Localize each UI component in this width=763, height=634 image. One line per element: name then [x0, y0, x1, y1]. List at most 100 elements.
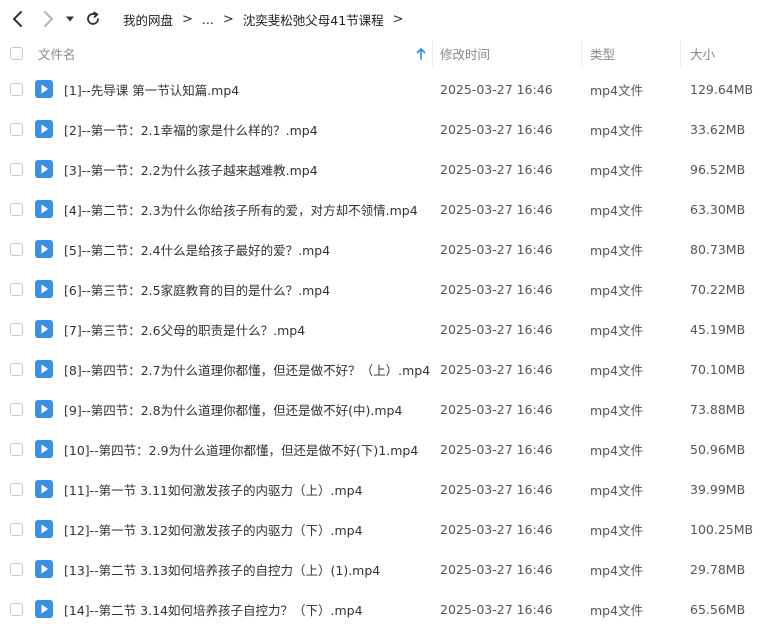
row-checkbox[interactable] [10, 123, 23, 136]
history-dropdown-button[interactable] [62, 8, 78, 30]
file-size: 33.62MB [690, 121, 746, 137]
forward-button[interactable] [37, 8, 59, 30]
column-divider[interactable] [680, 40, 681, 67]
file-modified: 2025-03-27 16:46 [440, 201, 553, 217]
file-size: 96.52MB [690, 161, 746, 177]
breadcrumb-separator: > [222, 11, 234, 27]
file-name[interactable]: [11]--第一节 3.11如何激发孩子的内驱力（上）.mp4 [64, 469, 363, 509]
file-type: mp4文件 [590, 242, 644, 258]
column-header-size-label: 大小 [690, 47, 716, 62]
breadcrumb-item-root[interactable]: 我的网盘 [123, 10, 173, 29]
file-row[interactable]: [9]--第四节：2.8为什么道理你都懂，但还是做不好(中).mp4 2025-… [0, 389, 763, 429]
file-type: mp4文件 [590, 562, 644, 578]
file-row[interactable]: [5]--第二节：2.4什么是给孩子最好的爱？.mp4 2025-03-27 1… [0, 229, 763, 269]
row-checkbox[interactable] [10, 363, 23, 376]
file-row[interactable]: [12]--第一节 3.12如何激发孩子的内驱力（下）.mp4 2025-03-… [0, 509, 763, 549]
file-modified: 2025-03-27 16:46 [440, 441, 553, 457]
file-modified: 2025-03-27 16:46 [440, 121, 553, 137]
video-file-icon [35, 80, 53, 98]
file-size: 80.73MB [690, 241, 746, 257]
file-row[interactable]: [2]--第一节：2.1幸福的家是什么样的？.mp4 2025-03-27 16… [0, 109, 763, 149]
column-header-modified[interactable]: 修改时间 [440, 38, 490, 69]
row-checkbox[interactable] [10, 83, 23, 96]
video-file-icon [35, 480, 53, 498]
file-type: mp4文件 [590, 442, 644, 458]
breadcrumb-item-ellipsis[interactable]: ... [202, 12, 214, 27]
select-all-checkbox[interactable] [10, 47, 23, 60]
file-name[interactable]: [3]--第一节：2.2为什么孩子越来越难教.mp4 [64, 149, 318, 189]
file-name[interactable]: [6]--第三节：2.5家庭教育的目的是什么？.mp4 [64, 269, 330, 309]
video-file-icon [35, 320, 53, 338]
file-name[interactable]: [8]--第四节：2.7为什么道理你都懂，但还是做不好？（上）.mp4 [64, 349, 430, 389]
file-name[interactable]: [2]--第一节：2.1幸福的家是什么样的？.mp4 [64, 109, 318, 149]
video-file-icon [35, 560, 53, 578]
row-checkbox[interactable] [10, 243, 23, 256]
breadcrumb: 我的网盘 > ... > 沈奕斐松弛父母41节课程 > [123, 0, 413, 38]
file-name[interactable]: [13]--第二节 3.13如何培养孩子的自控力（上）(1).mp4 [64, 549, 380, 589]
file-type: mp4文件 [590, 162, 644, 178]
file-name[interactable]: [14]--第二节 3.14如何培养孩子自控力？（下）.mp4 [64, 589, 363, 629]
refresh-button[interactable] [82, 8, 104, 30]
row-checkbox[interactable] [10, 403, 23, 416]
column-divider[interactable] [581, 40, 582, 67]
file-name[interactable]: [1]--先导课 第一节认知篇.mp4 [64, 69, 239, 109]
video-file-icon [35, 120, 53, 138]
file-row[interactable]: [8]--第四节：2.7为什么道理你都懂，但还是做不好？（上）.mp4 2025… [0, 349, 763, 389]
file-row[interactable]: [13]--第二节 3.13如何培养孩子的自控力（上）(1).mp4 2025-… [0, 549, 763, 589]
file-name[interactable]: [12]--第一节 3.12如何激发孩子的内驱力（下）.mp4 [64, 509, 363, 549]
file-type: mp4文件 [590, 362, 644, 378]
column-divider[interactable] [432, 40, 433, 67]
file-row[interactable]: [6]--第三节：2.5家庭教育的目的是什么？.mp4 2025-03-27 1… [0, 269, 763, 309]
breadcrumb-separator: > [182, 11, 193, 27]
video-file-icon [35, 200, 53, 218]
file-name[interactable]: [7]--第三节：2.6父母的职责是什么？.mp4 [64, 309, 305, 349]
refresh-icon [87, 11, 99, 25]
file-name[interactable]: [10]--第四节：2.9为什么道理你都懂，但还是做不好(下)1.mp4 [64, 429, 418, 469]
file-row[interactable]: [4]--第二节：2.3为什么你给孩子所有的爱，对方却不领情.mp4 2025-… [0, 189, 763, 229]
row-checkbox[interactable] [10, 163, 23, 176]
column-header-name-label: 文件名 [38, 47, 76, 62]
breadcrumb-item-current[interactable]: 沈奕斐松弛父母41节课程 [243, 10, 384, 29]
video-file-icon [35, 280, 53, 298]
row-checkbox[interactable] [10, 523, 23, 536]
video-file-icon [35, 600, 53, 618]
file-type: mp4文件 [590, 522, 644, 538]
file-size: 100.25MB [690, 521, 754, 537]
file-modified: 2025-03-27 16:46 [440, 481, 553, 497]
file-size: 63.30MB [690, 201, 746, 217]
file-row[interactable]: [3]--第一节：2.2为什么孩子越来越难教.mp4 2025-03-27 16… [0, 149, 763, 189]
row-checkbox[interactable] [10, 563, 23, 576]
row-checkbox[interactable] [10, 283, 23, 296]
file-modified: 2025-03-27 16:46 [440, 521, 553, 537]
column-header-name[interactable]: 文件名 [38, 38, 430, 69]
toolbar: 我的网盘 > ... > 沈奕斐松弛父母41节课程 > [0, 0, 763, 38]
row-checkbox[interactable] [10, 203, 23, 216]
file-row[interactable]: [14]--第二节 3.14如何培养孩子自控力？（下）.mp4 2025-03-… [0, 589, 763, 629]
file-name[interactable]: [4]--第二节：2.3为什么你给孩子所有的爱，对方却不领情.mp4 [64, 189, 418, 229]
file-name[interactable]: [5]--第二节：2.4什么是给孩子最好的爱？.mp4 [64, 229, 330, 269]
file-modified: 2025-03-27 16:46 [440, 321, 553, 337]
back-button[interactable] [7, 8, 29, 30]
column-header-size[interactable]: 大小 [690, 38, 715, 69]
file-row[interactable]: [1]--先导课 第一节认知篇.mp4 2025-03-27 16:46 mp4… [0, 69, 763, 109]
chevron-left-icon [13, 11, 22, 27]
file-row[interactable]: [11]--第一节 3.11如何激发孩子的内驱力（上）.mp4 2025-03-… [0, 469, 763, 509]
video-file-icon [35, 400, 53, 418]
file-size: 129.64MB [690, 81, 754, 97]
file-row[interactable]: [7]--第三节：2.6父母的职责是什么？.mp4 2025-03-27 16:… [0, 309, 763, 349]
file-size: 29.78MB [690, 561, 746, 577]
file-type: mp4文件 [590, 402, 644, 418]
row-checkbox[interactable] [10, 323, 23, 336]
file-modified: 2025-03-27 16:46 [440, 81, 553, 97]
column-header-type[interactable]: 类型 [590, 38, 615, 69]
file-name[interactable]: [9]--第四节：2.8为什么道理你都懂，但还是做不好(中).mp4 [64, 389, 402, 429]
file-list: [1]--先导课 第一节认知篇.mp4 2025-03-27 16:46 mp4… [0, 69, 763, 629]
file-size: 45.19MB [690, 321, 746, 337]
file-modified: 2025-03-27 16:46 [440, 161, 553, 177]
video-file-icon [35, 160, 53, 178]
file-row[interactable]: [10]--第四节：2.9为什么道理你都懂，但还是做不好(下)1.mp4 202… [0, 429, 763, 469]
row-checkbox[interactable] [10, 443, 23, 456]
breadcrumb-separator: > [392, 11, 404, 27]
row-checkbox[interactable] [10, 483, 23, 496]
row-checkbox[interactable] [10, 603, 23, 616]
